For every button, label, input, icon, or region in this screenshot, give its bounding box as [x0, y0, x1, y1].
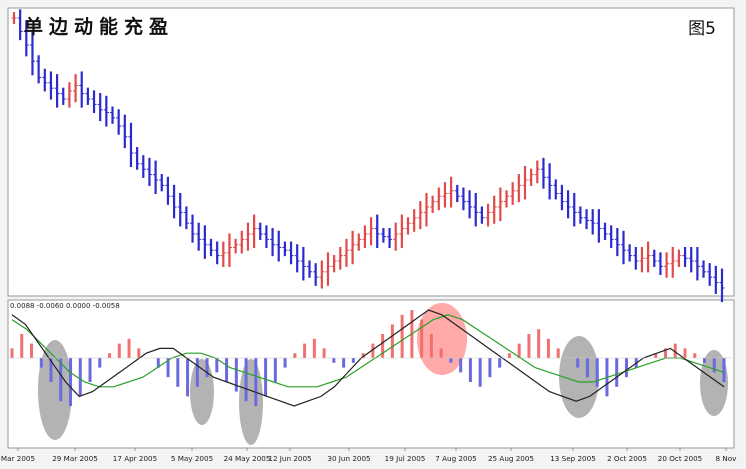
histogram-bar: [683, 348, 687, 358]
histogram-bar: [693, 353, 697, 358]
histogram-bar: [205, 358, 209, 378]
histogram-bar: [234, 358, 238, 392]
histogram-bar: [390, 324, 394, 358]
histogram-bar: [546, 338, 550, 358]
x-tick-label: 5 May 2005: [171, 454, 213, 463]
histogram-bar: [507, 353, 511, 358]
x-tick-label: 29 Mar 2005: [52, 454, 98, 463]
histogram-bar: [264, 358, 268, 397]
chart-svg: Mar 2005 29 Mar 2005 17 Apr 2005 5 May 2005…: [1, 7, 737, 463]
histogram-bar: [498, 358, 502, 368]
chart-frame: Mar 2005 29 Mar 2005 17 Apr 2005 5 May 2005…: [0, 0, 746, 469]
histogram-bar: [488, 358, 492, 378]
histogram-bar: [439, 348, 443, 358]
histogram-bar: [429, 334, 433, 358]
histogram-bar: [98, 358, 102, 368]
histogram-bar: [595, 358, 599, 387]
histogram-bar: [556, 348, 560, 358]
histogram-bar: [186, 358, 190, 397]
indicator-readout: 0.0088 -0.0060 0.0000 -0.0058: [10, 302, 120, 310]
histogram-bar: [30, 343, 34, 358]
histogram-bar: [312, 338, 316, 358]
x-tick-label: 8 Nov: [716, 454, 738, 463]
x-tick-label: 24 May 2005: [224, 454, 271, 463]
histogram-bar: [322, 348, 326, 358]
histogram-bar: [722, 358, 726, 382]
highlight-ellipse: [38, 340, 72, 440]
histogram-bar: [176, 358, 180, 387]
histogram-bar: [108, 353, 112, 358]
x-tick-label: 2 Oct 2005: [607, 454, 647, 463]
histogram-bar: [712, 358, 716, 373]
histogram-bar: [69, 358, 73, 406]
histogram-bar: [420, 319, 424, 358]
histogram-bar: [449, 358, 453, 363]
histogram-bar: [293, 353, 297, 358]
histogram-bar: [273, 358, 277, 382]
x-tick-label: Mar 2005: [1, 454, 35, 463]
histogram-bar: [254, 358, 258, 406]
histogram-bar: [332, 358, 336, 363]
x-tick-label: 12 Jun 2005: [268, 454, 311, 463]
histogram-bar: [303, 343, 307, 358]
histogram-bar: [351, 358, 355, 363]
x-tick-label: 13 Sep 2005: [550, 454, 596, 463]
chart-title: 单边动能充盈: [24, 16, 175, 38]
histogram-bar: [225, 358, 229, 382]
histogram-bar: [527, 334, 531, 358]
histogram-bar: [624, 358, 628, 378]
x-tick-label: 7 Aug 2005: [435, 454, 476, 463]
price-panel: [7, 7, 735, 297]
x-tick-label: 17 Apr 2005: [113, 454, 157, 463]
histogram-bar: [702, 358, 706, 363]
histogram-bar: [576, 358, 580, 368]
figure-label: 图5: [688, 19, 716, 39]
histogram-bar: [195, 358, 199, 387]
x-tick-label: 25 Aug 2005: [488, 454, 534, 463]
histogram-bar: [78, 358, 82, 397]
histogram-bar: [39, 358, 43, 368]
histogram-bar: [117, 343, 121, 358]
histogram-bar: [20, 334, 24, 358]
histogram-bar: [400, 314, 404, 358]
histogram-bar: [585, 358, 589, 378]
histogram-bar: [88, 358, 92, 382]
histogram-bar: [615, 358, 619, 387]
x-tick-label: 30 Jun 2005: [327, 454, 370, 463]
histogram-bar: [478, 358, 482, 387]
histogram-bar: [342, 358, 346, 368]
histogram-bar: [459, 358, 463, 373]
x-axis: Mar 2005 29 Mar 2005 17 Apr 2005 5 May 2005…: [1, 448, 737, 463]
x-tick-label: 19 Jul 2005: [385, 454, 426, 463]
histogram-bar: [244, 358, 248, 402]
histogram-bar: [137, 348, 141, 358]
histogram-bar: [283, 358, 287, 368]
histogram-bar: [468, 358, 472, 382]
histogram-bar: [537, 329, 541, 358]
histogram-bar: [127, 338, 131, 358]
x-tick-label: 20 Oct 2005: [658, 454, 702, 463]
histogram-bar: [10, 348, 14, 358]
